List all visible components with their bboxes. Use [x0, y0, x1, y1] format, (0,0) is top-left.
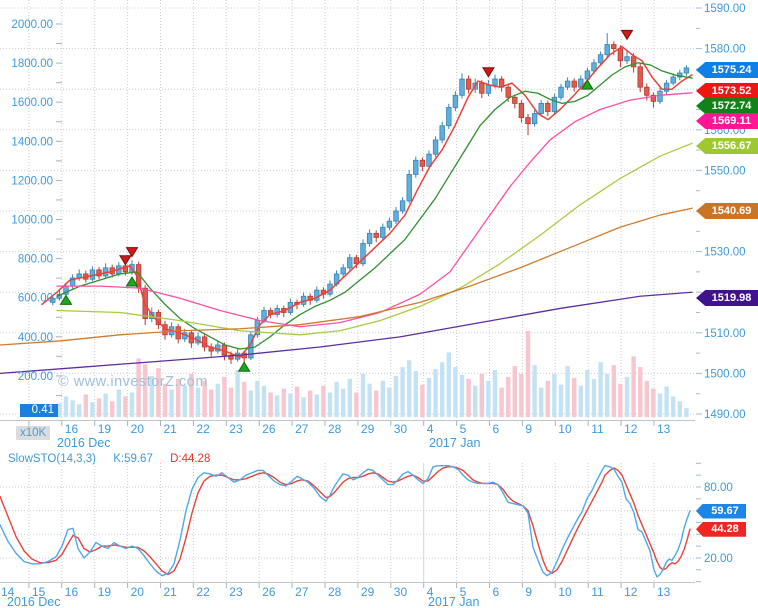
right-axis-label: 1510.00 — [704, 328, 746, 340]
sto-date-label: 29 — [361, 585, 375, 599]
price-tag-1573.52: 1573.52 — [696, 83, 758, 99]
sto-date-label: 12 — [624, 585, 638, 599]
sto-value-tag-44.28: 44.28 — [696, 521, 746, 537]
main-date-label: 30 — [394, 422, 408, 436]
main-date-label: 27 — [295, 422, 309, 436]
main-plot-surface[interactable] — [0, 0, 695, 420]
main-date-label: 10 — [558, 422, 572, 436]
sto-k-value-label: K:59.67 — [113, 453, 153, 465]
main-date-label: 29 — [361, 422, 375, 436]
main-date-label: 20 — [131, 422, 145, 436]
sto-month-label-dec: 2016 Dec — [7, 595, 61, 608]
price-tag-1569.11: 1569.11 — [696, 113, 758, 129]
right-axis-label: 1490.00 — [704, 409, 746, 421]
price-tag-1556.67: 1556.67 — [696, 138, 758, 154]
price-tag-1575.24: 1575.24 — [696, 62, 758, 78]
sto-date-label: 6 — [493, 585, 500, 599]
sto-date-label: 30 — [394, 585, 408, 599]
sto-date-label: 19 — [98, 585, 112, 599]
sto-date-label: 26 — [262, 585, 276, 599]
main-date-label: 13 — [657, 422, 671, 436]
main-date-label: 11 — [591, 422, 604, 436]
sto-right-axis-label: 80.00 — [704, 482, 733, 494]
right-axis-label: 1580.00 — [704, 44, 746, 56]
main-date-label: 5 — [460, 422, 467, 436]
sto-value-tag-59.67: 59.67 — [696, 503, 746, 519]
sto-date-label: 10 — [558, 585, 572, 599]
right-axis-label: 1530.00 — [704, 247, 746, 259]
watermark: © www.investorZ.com — [58, 374, 208, 390]
main-date-label: 26 — [262, 422, 276, 436]
sto-right-axis-label: 20.00 — [704, 553, 733, 565]
price-tag-1519.98: 1519.98 — [696, 290, 758, 306]
main-date-label: 4 — [427, 422, 434, 436]
right-axis-label: 1500.00 — [704, 368, 746, 380]
main-date-label: 21 — [164, 422, 178, 436]
right-axis-label: 1550.00 — [704, 165, 746, 177]
main-month-label-jan: 2017 Jan — [429, 436, 481, 450]
sto-date-label: 28 — [328, 585, 342, 599]
main-date-label: 16 — [65, 422, 79, 436]
main-date-label: 19 — [98, 422, 112, 436]
volume-multiplier-tag: x10K — [16, 426, 51, 440]
main-date-label: 9 — [525, 422, 532, 436]
main-date-label: 28 — [328, 422, 342, 436]
price-tag-1540.69: 1540.69 — [696, 203, 758, 219]
sto-date-label: 13 — [657, 585, 671, 599]
main-month-label-dec: 2016 Dec — [57, 436, 111, 450]
sto-indicator-row: SlowSTO(14,3,3) K:59.67 D:44.28 — [8, 453, 210, 465]
chart-canvas: 2000.001800.001600.001400.001200.001000.… — [0, 0, 746, 599]
sto-date-label: 23 — [229, 585, 243, 599]
sto-plot-surface[interactable] — [0, 455, 695, 582]
main-date-label: 22 — [196, 422, 210, 436]
last-volume-tag: 0.41 — [20, 404, 58, 417]
sto-date-label: 27 — [295, 585, 309, 599]
sto-indicator-label: SlowSTO(14,3,3) — [8, 453, 96, 465]
sto-date-label: 20 — [131, 585, 145, 599]
main-date-label: 12 — [624, 422, 638, 436]
sto-date-label: 11 — [591, 585, 604, 599]
trading-chart-window: 2000.001800.001600.001400.001200.001000.… — [0, 0, 758, 608]
main-date-label: 23 — [229, 422, 243, 436]
main-date-label: 6 — [493, 422, 500, 436]
price-tag-1572.74: 1572.74 — [696, 98, 758, 114]
sto-month-label-jan: 2017 Jan — [428, 595, 480, 608]
right-axis-label: 1590.00 — [704, 3, 746, 15]
sto-d-value-label: D:44.28 — [170, 453, 211, 465]
sto-date-label: 16 — [65, 585, 79, 599]
sto-date-label: 9 — [525, 585, 532, 599]
sto-date-label: 22 — [196, 585, 210, 599]
sto-date-label: 21 — [164, 585, 178, 599]
